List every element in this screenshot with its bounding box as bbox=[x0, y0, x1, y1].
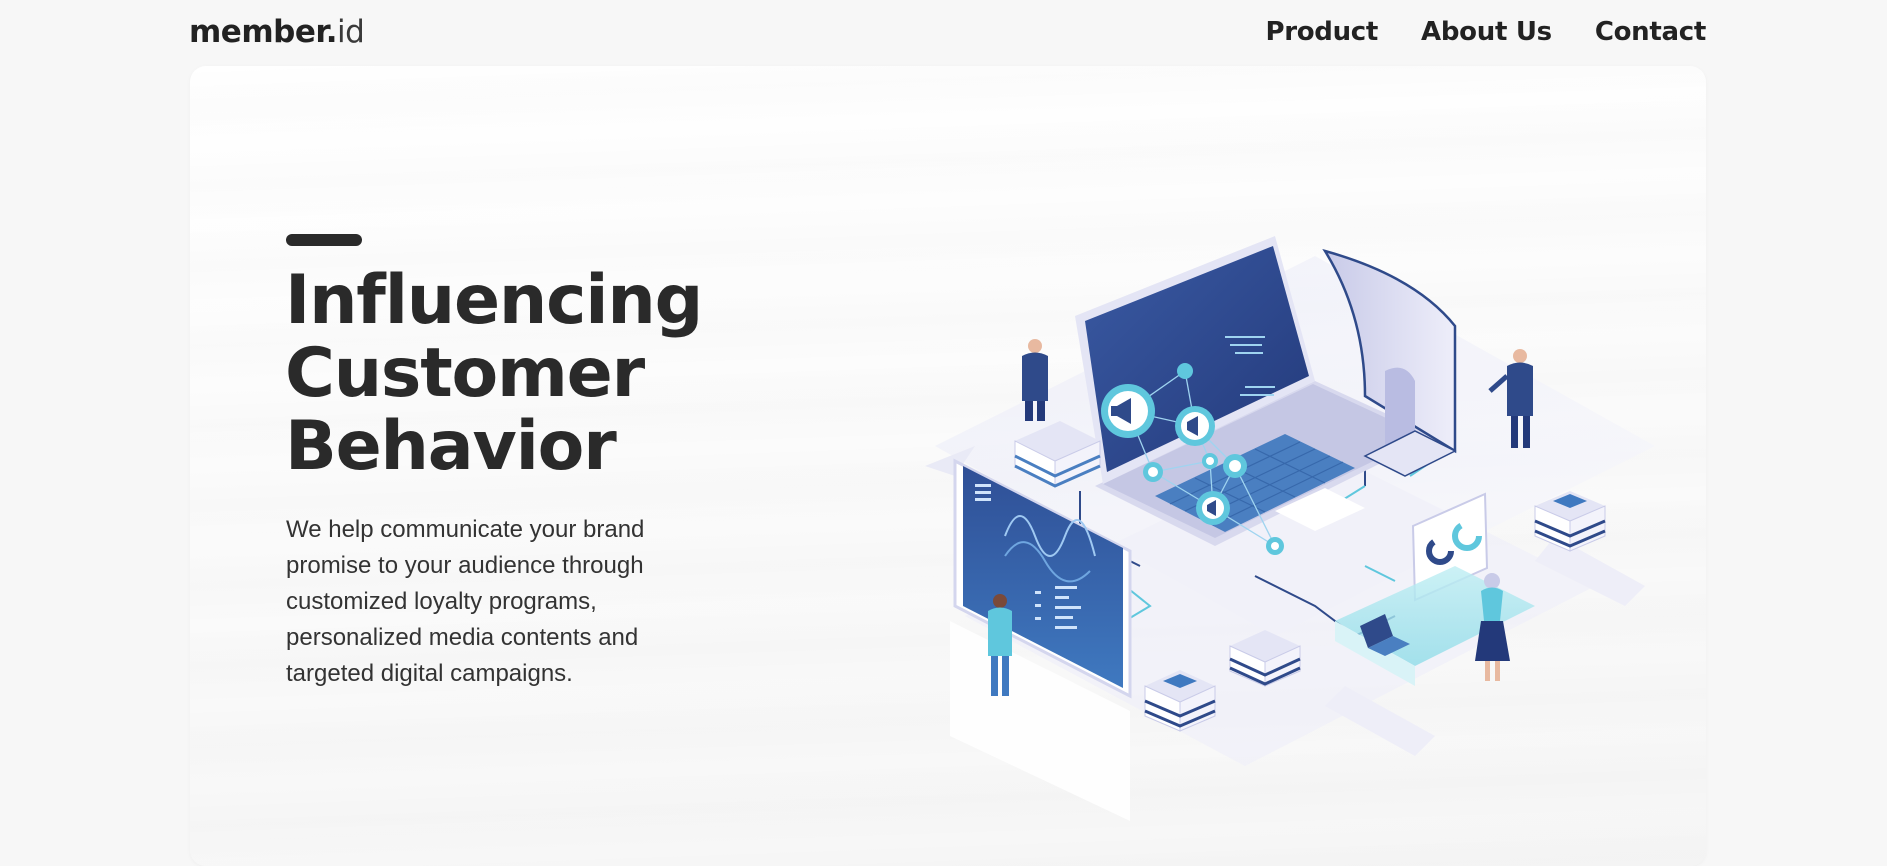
megaphone-icon bbox=[1196, 491, 1230, 525]
nav-link-about-us[interactable]: About Us bbox=[1421, 14, 1552, 50]
hero-card: Influencing Customer Behavior We help co… bbox=[190, 66, 1706, 866]
headline-line-1: Influencing bbox=[285, 261, 703, 340]
main-nav: Product About Us Contact bbox=[1265, 14, 1706, 50]
headline-line-2: Customer bbox=[285, 334, 645, 413]
hero-description: We help communicate your brand promise t… bbox=[286, 516, 645, 687]
megaphone-icon bbox=[1175, 406, 1215, 446]
headline-accent-bar bbox=[286, 234, 362, 246]
headline-line-3: Behavior bbox=[285, 407, 617, 486]
brand-logo[interactable]: member.id bbox=[189, 12, 365, 52]
nav-link-product[interactable]: Product bbox=[1265, 14, 1378, 50]
logo-suffix-text: id bbox=[337, 14, 365, 50]
isometric-digital-marketing-illustration bbox=[925, 236, 1655, 821]
top-navigation-bar: member.id Product About Us Contact bbox=[0, 0, 1887, 66]
megaphone-icon bbox=[1101, 384, 1155, 438]
logo-main-text: member. bbox=[189, 14, 338, 50]
nav-link-contact[interactable]: Contact bbox=[1595, 14, 1706, 50]
hero-headline: Influencing Customer Behavior bbox=[285, 264, 845, 483]
